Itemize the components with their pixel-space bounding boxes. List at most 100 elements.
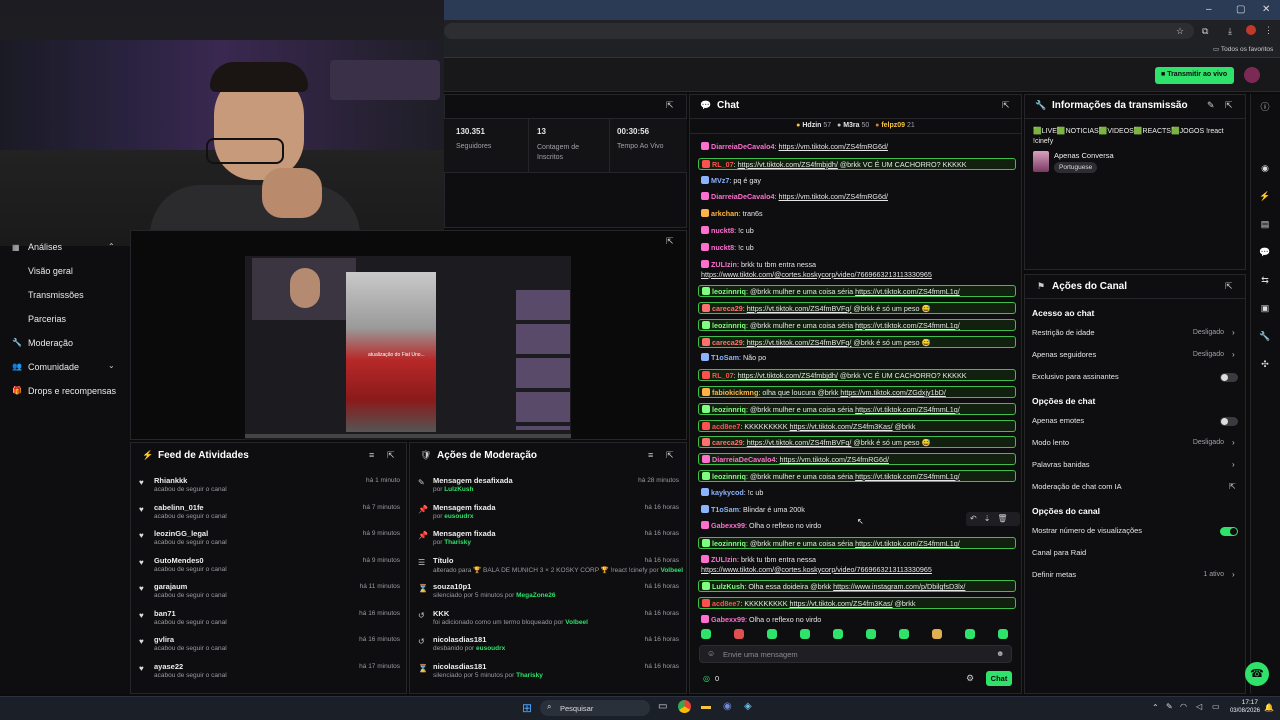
popout-icon[interactable]: ⇱ — [1225, 100, 1233, 111]
chat-link[interactable]: https://vt.tiktok.com/ZS4fmbjdh/ — [738, 371, 838, 380]
setting-toggle[interactable] — [1220, 417, 1238, 426]
taskbar-search[interactable]: ⌕ Pesquisar — [540, 700, 650, 716]
chat-message[interactable]: kaykycod: !c ub — [698, 487, 1016, 499]
category-name[interactable]: Apenas Conversa — [1054, 151, 1114, 160]
emote-icon[interactable] — [800, 629, 810, 639]
chevron-right-icon[interactable]: › — [1232, 460, 1235, 469]
chat-link[interactable]: https://vt.tiktok.com/ZS4fmBVFq/ — [747, 438, 852, 447]
user-avatar[interactable] — [1244, 67, 1260, 83]
chat-link[interactable]: https://vt.tiktok.com/ZS4fm3Kas/ — [790, 599, 893, 608]
wrench-icon[interactable]: 🔧 — [1258, 331, 1272, 345]
chat-message[interactable]: acd8ee7: KKKKKKKKK https://vt.tiktok.com… — [698, 597, 1016, 610]
download-icon[interactable]: ⤓ — [1228, 26, 1232, 37]
volume-icon[interactable]: ◁ — [1196, 702, 1202, 711]
chat-link[interactable]: https://www.instagram.com/p/DbilgfsD3lx/ — [833, 582, 965, 591]
extensions-icon[interactable]: ⧉ — [1202, 26, 1208, 37]
chat-username[interactable]: kaykycod — [711, 488, 744, 497]
discord-icon[interactable]: ◉ — [723, 701, 732, 712]
setting-label[interactable]: Apenas seguidores — [1032, 350, 1096, 359]
chat-link[interactable]: https://www.tiktok.com/@cortes.koskycorp… — [701, 565, 932, 574]
emote-icon[interactable] — [998, 629, 1008, 639]
chat-username[interactable]: T1oSam — [711, 505, 739, 514]
moderation-item-moderator[interactable]: Tharisky — [444, 539, 471, 546]
moderation-item-moderator[interactable]: eusoudrx — [444, 513, 473, 520]
chat-username[interactable]: ZULIzin — [711, 555, 737, 564]
setting-label[interactable]: Apenas emotes — [1032, 416, 1084, 425]
maximize-icon[interactable]: ▢ — [1236, 4, 1245, 15]
emote-picker-icon[interactable]: ☻ — [996, 649, 1004, 658]
chat-username[interactable]: acd8ee7 — [712, 422, 740, 431]
feed-item-name[interactable]: GutoMendes0 — [154, 556, 204, 565]
chat-message[interactable]: nuckt8: !c ub — [698, 225, 1016, 237]
chat-message[interactable]: RL_07: https://vt.tiktok.com/ZS4fmbjdh/ … — [698, 369, 1016, 382]
category-thumbnail[interactable] — [1033, 151, 1049, 172]
close-icon[interactable]: ✕ — [1262, 4, 1270, 15]
emote-icon[interactable] — [833, 629, 843, 639]
chat-username[interactable]: careca29 — [712, 438, 743, 447]
moderation-item-moderator[interactable]: MegaZone26 — [516, 592, 555, 599]
chat-message[interactable]: careca29: https://vt.tiktok.com/ZS4fmBVF… — [698, 436, 1016, 449]
moderation-item-moderator[interactable]: eusoudrx — [476, 645, 505, 652]
chat-message[interactable]: leozinnriq: @brkk mulher e uma coisa sér… — [698, 285, 1016, 298]
chat-username[interactable]: leozinnriq — [712, 321, 746, 330]
feed-item-name[interactable]: garajaum — [154, 582, 187, 591]
popout-icon[interactable]: ⇱ — [1225, 281, 1233, 292]
feed-item-name[interactable]: ban71 — [154, 609, 176, 618]
nav-streams[interactable]: Transmissões — [28, 290, 84, 300]
chat-username[interactable]: nuckt8 — [711, 226, 734, 235]
chat-username[interactable]: LulzKush — [712, 582, 744, 591]
chat-username[interactable]: RL_07 — [712, 371, 734, 380]
nav-partnerships[interactable]: Parcerias — [28, 314, 66, 324]
moderation-item-moderator[interactable]: Volbeel — [660, 567, 683, 574]
chat-username[interactable]: acd8ee7 — [712, 599, 740, 608]
feed-item-name[interactable]: gvlira — [154, 635, 174, 644]
chat-message[interactable]: T1oSam: Não po — [698, 352, 1016, 364]
emote-icon[interactable] — [701, 629, 711, 639]
moderation-item-moderator[interactable]: LulzKush — [444, 486, 473, 493]
chat-message[interactable]: leozinnriq: @brkk mulher e uma coisa sér… — [698, 537, 1016, 550]
external-link-icon[interactable]: ⇱ — [1229, 482, 1236, 491]
profile-avatar[interactable] — [1246, 25, 1256, 35]
chat-link[interactable]: https://vt.tiktok.com/ZS4fmbjdh/ — [738, 160, 838, 169]
chat-link[interactable]: https://vt.tiktok.com/ZS4fmmL1q/ — [855, 405, 960, 414]
chat-message[interactable]: Gabexx99: Olha o reflexo no virdo — [698, 520, 1016, 532]
chat-link[interactable]: https://www.tiktok.com/@cortes.koskycorp… — [701, 270, 932, 279]
chat-message[interactable]: arkchan: tran6s — [698, 208, 1016, 220]
chat-message[interactable]: careca29: https://vt.tiktok.com/ZS4fmBVF… — [698, 301, 1016, 314]
chat-link[interactable]: https://vt.tiktok.com/ZS4fmmL1q/ — [855, 287, 960, 296]
chat-username[interactable]: RL_07 — [712, 160, 734, 169]
chat-send-button[interactable]: Chat — [986, 671, 1012, 686]
setting-label[interactable]: Palavras banidas — [1032, 460, 1090, 469]
chat-link[interactable]: https://vm.tiktok.com/ZS4fmRG6d/ — [779, 142, 888, 151]
chat-link[interactable]: https://vm.tiktok.com/ZGdxjy1bD/ — [840, 388, 945, 397]
channel-points-icon[interactable]: ◎ — [703, 674, 710, 683]
info-icon[interactable]: ⓘ — [1258, 100, 1272, 114]
chat-message[interactable]: ZULIzin: brkk tu tbm entra nessa https://… — [698, 554, 1016, 576]
notification-icon[interactable]: 🔔 — [1264, 703, 1274, 712]
chat-link[interactable]: https://vt.tiktok.com/ZS4fmmL1q/ — [855, 321, 960, 330]
address-bar[interactable] — [444, 23, 1194, 39]
chevron-up-icon[interactable]: ⌃ — [108, 242, 115, 251]
chat-username[interactable]: careca29 — [712, 304, 743, 313]
support-chat-button[interactable]: ☎ — [1245, 662, 1269, 686]
chat-link[interactable]: https://vm.tiktok.com/ZS4fmRG6d/ — [779, 192, 888, 201]
taskbar-time[interactable]: 17:17 — [1228, 699, 1258, 706]
chat-link[interactable]: https://vt.tiktok.com/ZS4fmmL1q/ — [855, 472, 960, 481]
chat-username[interactable]: MVz7 — [711, 176, 729, 185]
chat-message[interactable]: Gabexx99: Olha o reflexo no virdo — [698, 614, 1016, 626]
chat-message[interactable]: LulzKush: Olha essa doideira @brkk https… — [698, 580, 1016, 593]
chat-username[interactable]: careca29 — [712, 338, 743, 347]
chat-settings-icon[interactable]: ⚙ — [966, 673, 974, 684]
moderation-item-moderator[interactable]: Volbeel — [565, 619, 588, 626]
chat-message[interactable]: DiarreiaDeCavalo4: https://vm.tiktok.com… — [698, 141, 1016, 153]
star-icon[interactable]: ☆ — [1176, 26, 1184, 37]
taskbar-date[interactable]: 03/08/2026 — [1226, 708, 1260, 714]
setting-toggle[interactable] — [1220, 373, 1238, 382]
feed-item-name[interactable]: Rhiankkk — [154, 476, 187, 485]
setting-label[interactable]: Restrição de idade — [1032, 328, 1095, 337]
chevron-right-icon[interactable]: › — [1232, 328, 1235, 337]
start-icon[interactable]: ⊞ — [522, 701, 532, 715]
chat-username[interactable]: DiarreiaDeCavalo4 — [712, 455, 776, 464]
chat-link[interactable]: https://vt.tiktok.com/ZS4fmBVFq/ — [747, 338, 852, 347]
chat-username[interactable]: DiarreiaDeCavalo4 — [711, 192, 775, 201]
